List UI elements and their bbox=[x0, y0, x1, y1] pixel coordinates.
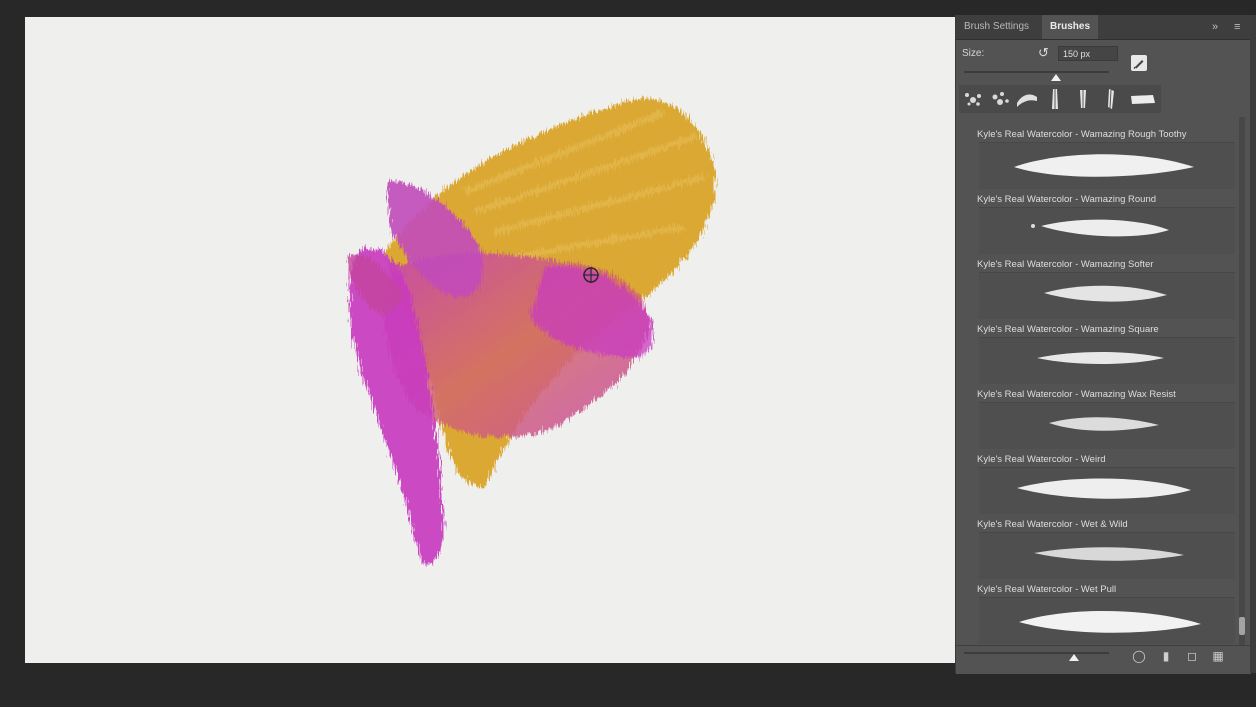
size-slider-thumb[interactable] bbox=[1051, 74, 1061, 81]
double-chevron-icon[interactable]: » bbox=[1212, 15, 1218, 39]
brush-item-label: Kyle's Real Watercolor - Weird bbox=[977, 454, 1106, 465]
brush-item[interactable]: Kyle's Real Watercolor - Wamazing Wax Re… bbox=[977, 389, 1235, 453]
panel-bottom-bar: ◯ ▮ ◻ ▦ bbox=[956, 645, 1251, 674]
new-brush-icon[interactable]: ◻ bbox=[1185, 648, 1199, 664]
brush-item-label: Kyle's Real Watercolor - Wet & Wild bbox=[977, 519, 1128, 530]
recent-brush-bristle-2[interactable] bbox=[1071, 87, 1095, 111]
brush-item[interactable]: Kyle's Real Watercolor - Wamazing Softer bbox=[977, 259, 1235, 323]
brush-item-label: Kyle's Real Watercolor - Wamazing Square bbox=[977, 324, 1159, 335]
size-slider-track[interactable] bbox=[964, 71, 1109, 73]
brush-item[interactable]: Kyle's Real Watercolor - Wamazing Rough … bbox=[977, 129, 1235, 193]
brush-item[interactable]: Kyle's Real Watercolor - Wet Pull bbox=[977, 584, 1235, 647]
panel-menu-icon[interactable]: ≡ bbox=[1234, 15, 1240, 39]
panel-dock-edge bbox=[1250, 15, 1256, 673]
brush-preview bbox=[979, 467, 1235, 514]
brush-preview bbox=[979, 207, 1235, 254]
brush-preview bbox=[979, 272, 1235, 319]
brush-preview bbox=[979, 337, 1235, 384]
preview-size-slider-thumb[interactable] bbox=[1069, 654, 1079, 661]
brush-item-label: Kyle's Real Watercolor - Wet Pull bbox=[977, 584, 1117, 595]
size-label: Size: bbox=[962, 48, 985, 59]
size-input[interactable]: 150 px bbox=[1058, 46, 1118, 61]
tab-brushes[interactable]: Brushes bbox=[1042, 15, 1099, 39]
brush-preview bbox=[979, 532, 1235, 579]
brush-item[interactable]: Kyle's Real Watercolor - Wamazing Round bbox=[977, 194, 1235, 258]
tab-brush-settings[interactable]: Brush Settings bbox=[956, 15, 1037, 39]
recent-brush-bristle-1[interactable] bbox=[1043, 87, 1067, 111]
recent-brush-flat[interactable] bbox=[1129, 87, 1155, 111]
brush-item[interactable]: Kyle's Real Watercolor - Wet & Wild bbox=[977, 519, 1235, 583]
brushes-panel: Brush Settings Brushes » ≡ Size: ↺ 150 p… bbox=[955, 15, 1251, 674]
reset-size-icon[interactable]: ↺ bbox=[1038, 46, 1052, 60]
scrollbar-thumb[interactable] bbox=[1239, 617, 1245, 635]
brush-list: Kyle's Real Watercolor - Wamazing Rough … bbox=[977, 117, 1237, 647]
brush-item-label: Kyle's Real Watercolor - Wamazing Wax Re… bbox=[977, 389, 1176, 400]
recent-brush-splatter-2[interactable] bbox=[988, 87, 1012, 111]
brush-item[interactable]: Kyle's Real Watercolor - Wamazing Square bbox=[977, 324, 1235, 388]
brush-list-scrollbar[interactable] bbox=[1239, 117, 1245, 647]
trash-icon[interactable]: ▦ bbox=[1211, 648, 1225, 664]
brush-settings-icon[interactable] bbox=[1131, 55, 1147, 71]
brush-preview bbox=[979, 142, 1235, 189]
recent-brush-bristle-3[interactable] bbox=[1099, 87, 1123, 111]
brush-preview bbox=[979, 402, 1235, 449]
brush-item[interactable]: Kyle's Real Watercolor - Weird bbox=[977, 454, 1235, 518]
paint-strokes bbox=[347, 98, 716, 565]
document-canvas[interactable] bbox=[25, 17, 955, 663]
brush-item-label: Kyle's Real Watercolor - Wamazing Softer bbox=[977, 259, 1154, 270]
panel-tabbar: Brush Settings Brushes » ≡ bbox=[956, 15, 1251, 40]
recent-brush-stroke[interactable] bbox=[1015, 87, 1039, 111]
brush-item-label: Kyle's Real Watercolor - Wamazing Rough … bbox=[977, 129, 1187, 140]
brush-item-label: Kyle's Real Watercolor - Wamazing Round bbox=[977, 194, 1157, 205]
recent-brushes-row bbox=[959, 85, 1161, 113]
toggle-preview-icon[interactable]: ◯ bbox=[1132, 648, 1146, 664]
recent-brush-splatter-1[interactable] bbox=[961, 87, 985, 111]
preview-size-slider-track[interactable] bbox=[964, 652, 1109, 654]
brush-preview bbox=[979, 597, 1235, 644]
folder-icon[interactable]: ▮ bbox=[1159, 648, 1173, 664]
